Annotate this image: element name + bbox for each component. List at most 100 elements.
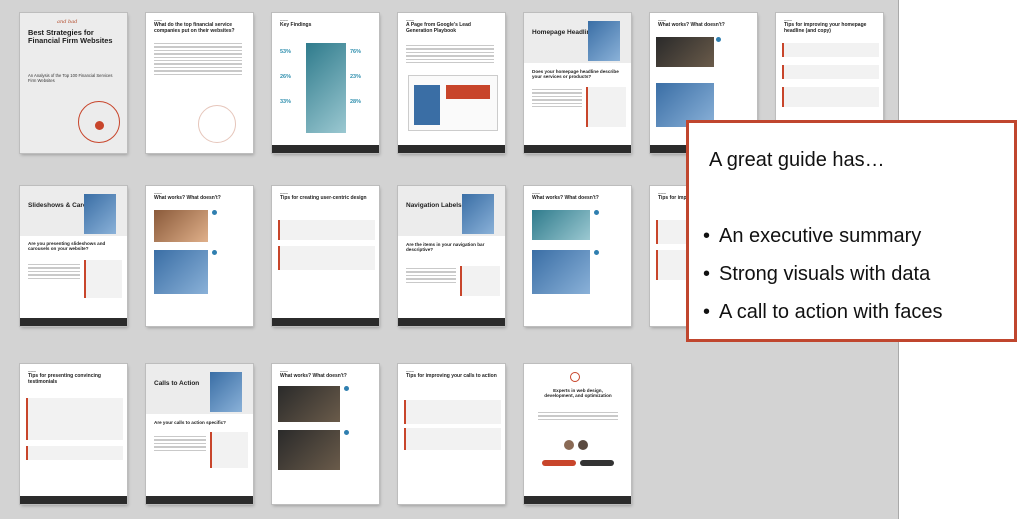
page-title: Tips for creating user-centric design: [280, 195, 367, 201]
page-thumbnail-10[interactable]: ▬▬▬ Tips for creating user-centric desig…: [272, 186, 379, 326]
callout-item-text: Strong visuals with data: [719, 263, 931, 285]
page-title: Tips for presenting convincing testimoni…: [28, 373, 101, 385]
section-question: Are the items in your navigation bar des…: [406, 242, 485, 253]
body-text: [154, 434, 206, 453]
tip-card: [404, 428, 501, 450]
page-thumbnail-12[interactable]: ▬▬▬ What works? What doesn't?: [524, 186, 631, 326]
avatar: [578, 440, 588, 450]
cta-button[interactable]: [580, 460, 614, 466]
marker-icon: [212, 210, 217, 215]
cta-button[interactable]: [542, 460, 576, 466]
page-title: What works? What doesn't?: [154, 195, 221, 201]
page-footer: [398, 145, 505, 153]
section-question: Are you presenting slideshows and carous…: [28, 241, 106, 252]
tip-card: [26, 446, 123, 460]
tip-card: [278, 220, 375, 240]
marker-icon: [344, 386, 349, 391]
website-screenshot: [462, 194, 494, 234]
page-thumbnail-17[interactable]: ▬▬▬ Tips for improving your calls to act…: [398, 364, 505, 504]
body-text: [538, 410, 618, 422]
tip-card: [278, 246, 375, 270]
callout-card: [84, 260, 122, 298]
stat-value: 26%: [280, 74, 292, 80]
marker-icon: [212, 250, 217, 255]
page-thumbnail-3[interactable]: ▬▬▬ Key Findings 53% 26% 33% 76% 23% 28%: [272, 13, 379, 153]
page-thumbnail-11[interactable]: Navigation Labels Are the items in your …: [398, 186, 505, 326]
page-thumbnail-16[interactable]: ▬▬▬ What works? What doesn't?: [272, 364, 379, 504]
page-footer: [524, 145, 631, 153]
marker-icon: [594, 250, 599, 255]
tip-card: [782, 43, 879, 57]
website-screenshot: [588, 21, 620, 61]
body-text: [406, 43, 494, 65]
page-footer: [524, 496, 631, 504]
bullet-icon: •: [703, 301, 711, 323]
tip-card: [782, 87, 879, 107]
callout-item-text: A call to action with faces: [719, 301, 943, 323]
stat-value: 23%: [350, 74, 362, 80]
page-thumbnail-4[interactable]: ▬▬▬ A Page from Google's Lead Generation…: [398, 13, 505, 153]
page-footer: [272, 145, 379, 153]
diagram-bar: [414, 85, 440, 125]
avatar: [564, 440, 574, 450]
page-title: Experts in web design, development, and …: [544, 388, 612, 399]
example-image: [278, 430, 340, 470]
page-footer: [20, 496, 127, 504]
tip-card: [404, 400, 501, 424]
section-question: Does your homepage headline describe you…: [532, 69, 619, 80]
page-thumbnail-5[interactable]: Homepage Headline Does your homepage hea…: [524, 13, 631, 153]
page-thumbnail-15[interactable]: Calls to Action Are your calls to action…: [146, 364, 253, 504]
page-title: A Page from Google's Lead Generation Pla…: [406, 22, 471, 34]
body-text: [28, 262, 80, 281]
callout-card: [210, 432, 248, 468]
page-thumbnail-8[interactable]: Slideshows & Carousels Are you presentin…: [20, 186, 127, 326]
body-text: [532, 87, 582, 109]
tip-card: [782, 65, 879, 79]
marker-icon: [594, 210, 599, 215]
page-title: What works? What doesn't?: [532, 195, 599, 201]
diagram-arrow: [446, 85, 490, 99]
stat-value: 53%: [280, 49, 292, 55]
callout-item: • Strong visuals with data: [703, 255, 942, 293]
decorative-dot-icon: [95, 121, 104, 130]
section-question: Are your calls to action specific?: [154, 420, 226, 425]
callout-box: A great guide has… • An executive summary…: [686, 120, 1017, 342]
page-footer: [398, 318, 505, 326]
page-thumbnail-9[interactable]: ▬▬▬ What works? What doesn't?: [146, 186, 253, 326]
example-image: [532, 210, 590, 240]
page-footer: [272, 318, 379, 326]
bullet-icon: •: [703, 263, 711, 285]
handwritten-note: and bad: [57, 19, 78, 25]
page-footer: [146, 496, 253, 504]
website-screenshot: [84, 194, 116, 234]
marker-icon: [716, 37, 721, 42]
decorative-circle-icon: [198, 105, 236, 143]
website-screenshot: [210, 372, 242, 412]
callout-card: [586, 87, 626, 127]
page-thumbnail-cover[interactable]: and bad Best Strategies for Financial Fi…: [20, 13, 127, 153]
page-title: Tips for improving your calls to action: [406, 373, 497, 379]
page-footer: [20, 318, 127, 326]
bullet-icon: •: [703, 225, 711, 247]
screenshot-image: [306, 43, 346, 133]
page-thumbnail-14[interactable]: ▬▬▬ Tips for presenting convincing testi…: [20, 364, 127, 504]
page-title: What do the top financial service compan…: [154, 22, 235, 34]
page-title: Tips for improving your homepage headlin…: [784, 22, 867, 34]
page-title: Key Findings: [280, 22, 312, 28]
page-title: What works? What doesn't?: [658, 22, 725, 28]
stat-value: 33%: [280, 99, 292, 105]
callout-card: [460, 266, 500, 296]
stat-value: 76%: [350, 49, 362, 55]
cover-subtitle: An Analysis of the Top 100 Financial Ser…: [28, 73, 113, 84]
callout-list: • An executive summary • Strong visuals wi…: [703, 217, 942, 331]
callout-item-text: An executive summary: [719, 225, 922, 247]
tip-card: [26, 398, 123, 440]
example-image: [656, 37, 714, 67]
example-image: [278, 386, 340, 422]
page-thumbnail-2[interactable]: ▬▬▬ What do the top financial service co…: [146, 13, 253, 153]
callout-item: • A call to action with faces: [703, 293, 942, 331]
callout-title: A great guide has…: [709, 149, 885, 171]
example-image: [154, 210, 208, 242]
example-image: [532, 250, 590, 294]
page-thumbnail-18[interactable]: Experts in web design, development, and …: [524, 364, 631, 504]
